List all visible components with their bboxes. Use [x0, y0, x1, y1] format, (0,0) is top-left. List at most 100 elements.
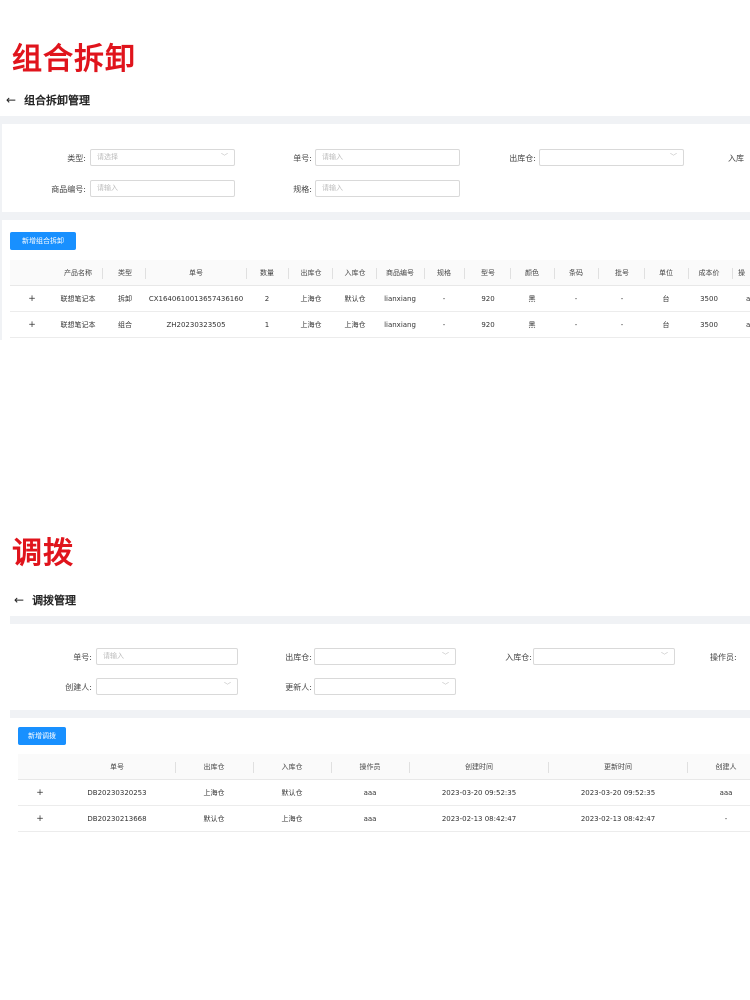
filter-label-out-warehouse: 出库仓: [285, 653, 312, 662]
arrow-left-icon[interactable]: ← [14, 593, 24, 607]
cell-type: 拆卸 [118, 295, 132, 303]
cell-barcode: - [574, 295, 578, 303]
chevron-down-icon: ﹀ [670, 153, 677, 161]
product-code-input[interactable]: 请输入 [90, 180, 235, 197]
column-header: 单号 [110, 763, 124, 771]
type-select[interactable]: 请选择 ﹀ [90, 149, 235, 166]
plus-icon[interactable]: + [26, 312, 38, 338]
filter-panel: 类型: 请选择 ﹀ 单号: 请输入 出库仓: ﹀ 入库 商品编号: 请输入 规格… [2, 124, 750, 212]
cell-unit: 台 [662, 321, 670, 329]
order-number-input[interactable]: 请输入 [96, 648, 238, 665]
column-header: 产品名称 [64, 269, 92, 277]
filter-label-in-warehouse: 入库 [728, 154, 744, 163]
chevron-down-icon: ﹀ [221, 153, 228, 161]
column-header: 数量 [260, 269, 274, 277]
arrow-left-icon[interactable]: ← [6, 93, 16, 107]
cell-model: 920 [481, 321, 495, 329]
column-header: 出库仓 [203, 763, 225, 771]
cell-spec: - [442, 321, 446, 329]
table-panel: 新增组合拆卸 产品名称 类型 单号 数量 出库仓 入库仓 商品编号 规格 型号 … [2, 220, 750, 340]
cell-cost: 3500 [700, 295, 718, 303]
column-header: 操 [738, 269, 745, 277]
cell-product-name: 联想笔记本 [60, 295, 96, 303]
cell-operator: a [746, 321, 750, 329]
filter-panel: 单号: 请输入 出库仓: ﹀ 入库仓: ﹀ 操作员: 创建人: ﹀ 更新人: ﹀ [10, 624, 750, 710]
chevron-down-icon: ﹀ [661, 652, 668, 660]
order-number-input[interactable]: 请输入 [315, 149, 460, 166]
filter-label-in-warehouse: 入库仓: [505, 653, 532, 662]
cell-order-number: DB20230213668 [87, 815, 147, 823]
in-warehouse-select[interactable]: ﹀ [533, 648, 675, 665]
chevron-down-icon: ﹀ [224, 682, 231, 690]
column-header: 出库仓 [300, 269, 322, 277]
cell-batch: - [620, 295, 624, 303]
cell-color: 黑 [528, 321, 536, 329]
plus-icon[interactable]: + [26, 286, 38, 312]
column-header: 成本价 [698, 269, 720, 277]
cell-barcode: - [574, 321, 578, 329]
column-header: 规格 [437, 269, 451, 277]
cell-product-code: lianxiang [384, 295, 416, 303]
section-title-transfer: 调拨 [12, 536, 74, 571]
cell-model: 920 [481, 295, 495, 303]
table-row: + 联想笔记本 组合 ZH20230323505 1 上海仓 上海仓 lianx… [10, 312, 750, 338]
creator-select[interactable]: ﹀ [96, 678, 238, 695]
filter-label-order: 单号: [293, 154, 312, 163]
table-header: 单号 出库仓 入库仓 操作员 创建时间 更新时间 创建人 [18, 754, 750, 780]
cell-spec: - [442, 295, 446, 303]
cell-operator: a [746, 295, 750, 303]
table-row: + DB20230320253 上海仓 默认仓 aaa 2023-03-20 0… [18, 780, 750, 806]
page-header: ← 组合拆卸管理 [6, 92, 90, 108]
filter-label-product-code: 商品编号: [51, 185, 86, 194]
add-transfer-button[interactable]: 新增调拨 [18, 727, 66, 745]
filter-label-order: 单号: [73, 653, 92, 662]
cell-created-at: 2023-02-13 08:42:47 [441, 815, 517, 823]
cell-out-warehouse: 默认仓 [203, 815, 225, 823]
cell-out-warehouse: 上海仓 [300, 321, 322, 329]
filter-label-operator: 操作员: [710, 653, 737, 662]
cell-product-name: 联想笔记本 [60, 321, 96, 329]
out-warehouse-select[interactable]: ﹀ [314, 648, 456, 665]
filter-label-type: 类型: [67, 154, 86, 163]
column-header: 入库仓 [344, 269, 366, 277]
table-panel: 新增调拨 单号 出库仓 入库仓 操作员 创建时间 更新时间 创建人 + DB20… [10, 718, 750, 832]
cell-quantity: 1 [264, 321, 270, 329]
cell-order-number: ZH20230323505 [166, 321, 226, 329]
page-header: ← 调拨管理 [14, 592, 76, 608]
cell-in-warehouse: 上海仓 [344, 321, 366, 329]
cell-updated-at: 2023-02-13 08:42:47 [580, 815, 656, 823]
filter-label-spec: 规格: [293, 185, 312, 194]
cell-batch: - [620, 321, 624, 329]
column-header: 入库仓 [281, 763, 303, 771]
plus-icon[interactable]: + [34, 806, 46, 832]
page-title: 组合拆卸管理 [24, 94, 91, 107]
filter-label-out-warehouse: 出库仓: [509, 154, 536, 163]
out-warehouse-select[interactable]: ﹀ [539, 149, 684, 166]
cell-operator: aaa [363, 815, 377, 823]
plus-icon[interactable]: + [34, 780, 46, 806]
column-header: 创建人 [715, 763, 737, 771]
column-header: 单位 [659, 269, 673, 277]
cell-created-at: 2023-03-20 09:52:35 [441, 789, 517, 797]
add-assembly-button[interactable]: 新增组合拆卸 [10, 232, 76, 250]
column-header: 类型 [118, 269, 132, 277]
updater-select[interactable]: ﹀ [314, 678, 456, 695]
cell-out-warehouse: 上海仓 [300, 295, 322, 303]
cell-in-warehouse: 默认仓 [281, 789, 303, 797]
column-header: 操作员 [359, 763, 381, 771]
cell-cost: 3500 [700, 321, 718, 329]
cell-unit: 台 [662, 295, 670, 303]
spec-input[interactable]: 请输入 [315, 180, 460, 197]
cell-operator: aaa [363, 789, 377, 797]
cell-color: 黑 [528, 295, 536, 303]
column-header: 颜色 [525, 269, 539, 277]
cell-creator: aaa [719, 789, 733, 797]
cell-in-warehouse: 默认仓 [344, 295, 366, 303]
cell-order-number: CX1640610013657436160 [148, 295, 244, 303]
chevron-down-icon: ﹀ [442, 682, 449, 690]
chevron-down-icon: ﹀ [442, 652, 449, 660]
column-header: 创建时间 [465, 763, 493, 771]
column-header: 单号 [189, 269, 203, 277]
column-header: 更新时间 [604, 763, 632, 771]
cell-in-warehouse: 上海仓 [281, 815, 303, 823]
